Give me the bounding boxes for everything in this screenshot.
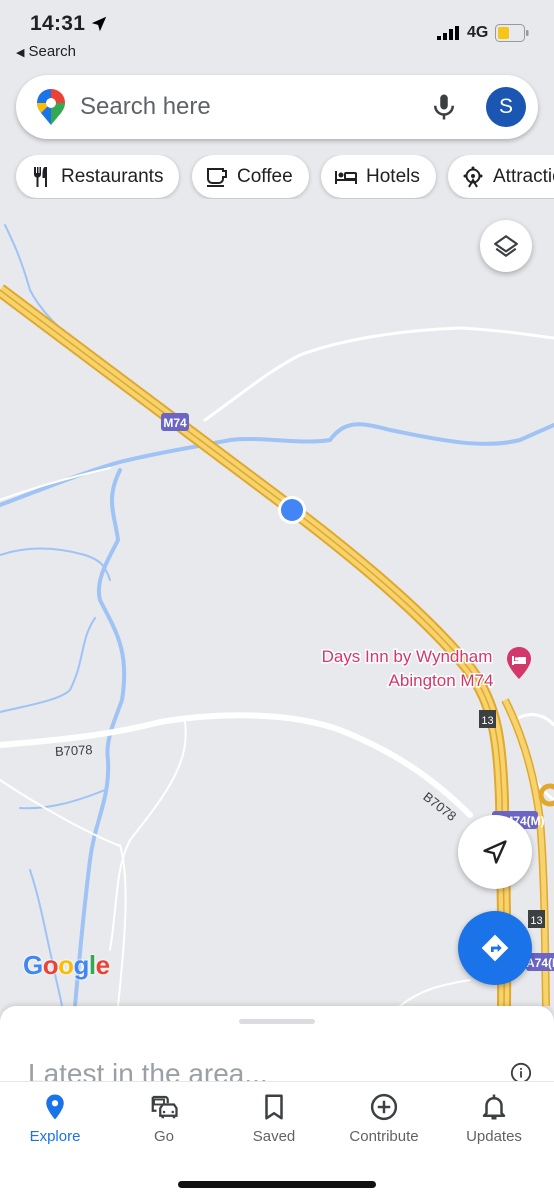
cellular-signal-icon bbox=[437, 26, 459, 40]
location-arrow-icon bbox=[91, 16, 107, 32]
tab-label: Go bbox=[153, 1128, 174, 1145]
poi-name-line1[interactable]: Days Inn by Wyndham bbox=[320, 646, 494, 668]
road-shield-m74: M74 bbox=[161, 413, 189, 431]
chip-label: Coffee bbox=[237, 165, 293, 187]
chip-hotels[interactable]: Hotels bbox=[321, 155, 436, 198]
hotel-icon bbox=[335, 170, 357, 184]
sheet-drag-handle[interactable] bbox=[239, 1019, 315, 1024]
tab-label: Saved bbox=[252, 1128, 296, 1145]
explore-pin-icon bbox=[46, 1094, 64, 1120]
tab-label: Updates bbox=[466, 1128, 522, 1145]
chip-attractions[interactable]: Attractions bbox=[448, 155, 554, 198]
commute-icon bbox=[151, 1095, 178, 1119]
chip-coffee[interactable]: Coffee bbox=[192, 155, 309, 198]
add-circle-icon bbox=[370, 1093, 398, 1121]
coffee-icon bbox=[207, 167, 227, 187]
svg-text:13: 13 bbox=[481, 715, 493, 727]
junction-label-13-north: 13 bbox=[479, 710, 496, 728]
tab-label: Explore bbox=[29, 1128, 81, 1145]
status-time: 14:31 bbox=[30, 12, 86, 35]
bell-icon bbox=[482, 1094, 506, 1120]
tab-explore[interactable]: Explore bbox=[0, 1092, 110, 1145]
current-location-dot bbox=[278, 496, 306, 524]
directions-button[interactable] bbox=[458, 911, 532, 985]
tab-saved[interactable]: Saved bbox=[219, 1092, 329, 1145]
layers-icon bbox=[494, 235, 518, 257]
back-label: Search bbox=[28, 43, 76, 60]
tab-contribute[interactable]: Contribute bbox=[329, 1092, 439, 1145]
svg-text:M74: M74 bbox=[163, 416, 187, 430]
poi-name-line2[interactable]: Abington M74 bbox=[387, 670, 495, 692]
tab-go[interactable]: Go bbox=[109, 1092, 219, 1145]
directions-icon bbox=[481, 934, 509, 962]
road-label-b7078-west: B7078 bbox=[55, 742, 93, 759]
junction-label-13-south: 13 bbox=[528, 910, 545, 928]
google-maps-pin-icon bbox=[37, 89, 65, 125]
back-triangle-icon: ◀ bbox=[16, 47, 25, 59]
account-avatar[interactable]: S bbox=[486, 87, 526, 127]
battery-icon bbox=[495, 24, 529, 42]
chip-label: Hotels bbox=[366, 165, 420, 187]
chip-label: Attractions bbox=[493, 165, 554, 187]
attractions-icon bbox=[463, 166, 483, 187]
search-input[interactable]: Search here bbox=[80, 93, 211, 121]
search-bar[interactable]: Search here S bbox=[16, 75, 538, 139]
category-chips: Restaurants Coffee Hotels Attractions bbox=[0, 155, 554, 199]
my-location-button[interactable] bbox=[458, 815, 532, 889]
tab-label: Contribute bbox=[349, 1128, 419, 1145]
network-type: 4G bbox=[467, 24, 489, 41]
google-logo: Google bbox=[23, 950, 110, 980]
chip-label: Restaurants bbox=[61, 165, 164, 187]
back-to-search-link[interactable]: ◀ Search bbox=[16, 43, 76, 60]
chip-restaurants[interactable]: Restaurants bbox=[16, 155, 180, 198]
tab-updates[interactable]: Updates bbox=[439, 1092, 549, 1145]
microphone-icon[interactable] bbox=[429, 92, 459, 122]
home-indicator[interactable] bbox=[178, 1181, 376, 1188]
navigation-arrow-icon bbox=[483, 840, 507, 864]
map-layers-button[interactable] bbox=[480, 220, 532, 272]
bookmark-icon bbox=[265, 1094, 283, 1120]
restaurant-icon bbox=[34, 166, 47, 187]
status-bar: 14:31 ◀ Search 4G bbox=[0, 0, 554, 70]
svg-text:13: 13 bbox=[530, 915, 542, 927]
